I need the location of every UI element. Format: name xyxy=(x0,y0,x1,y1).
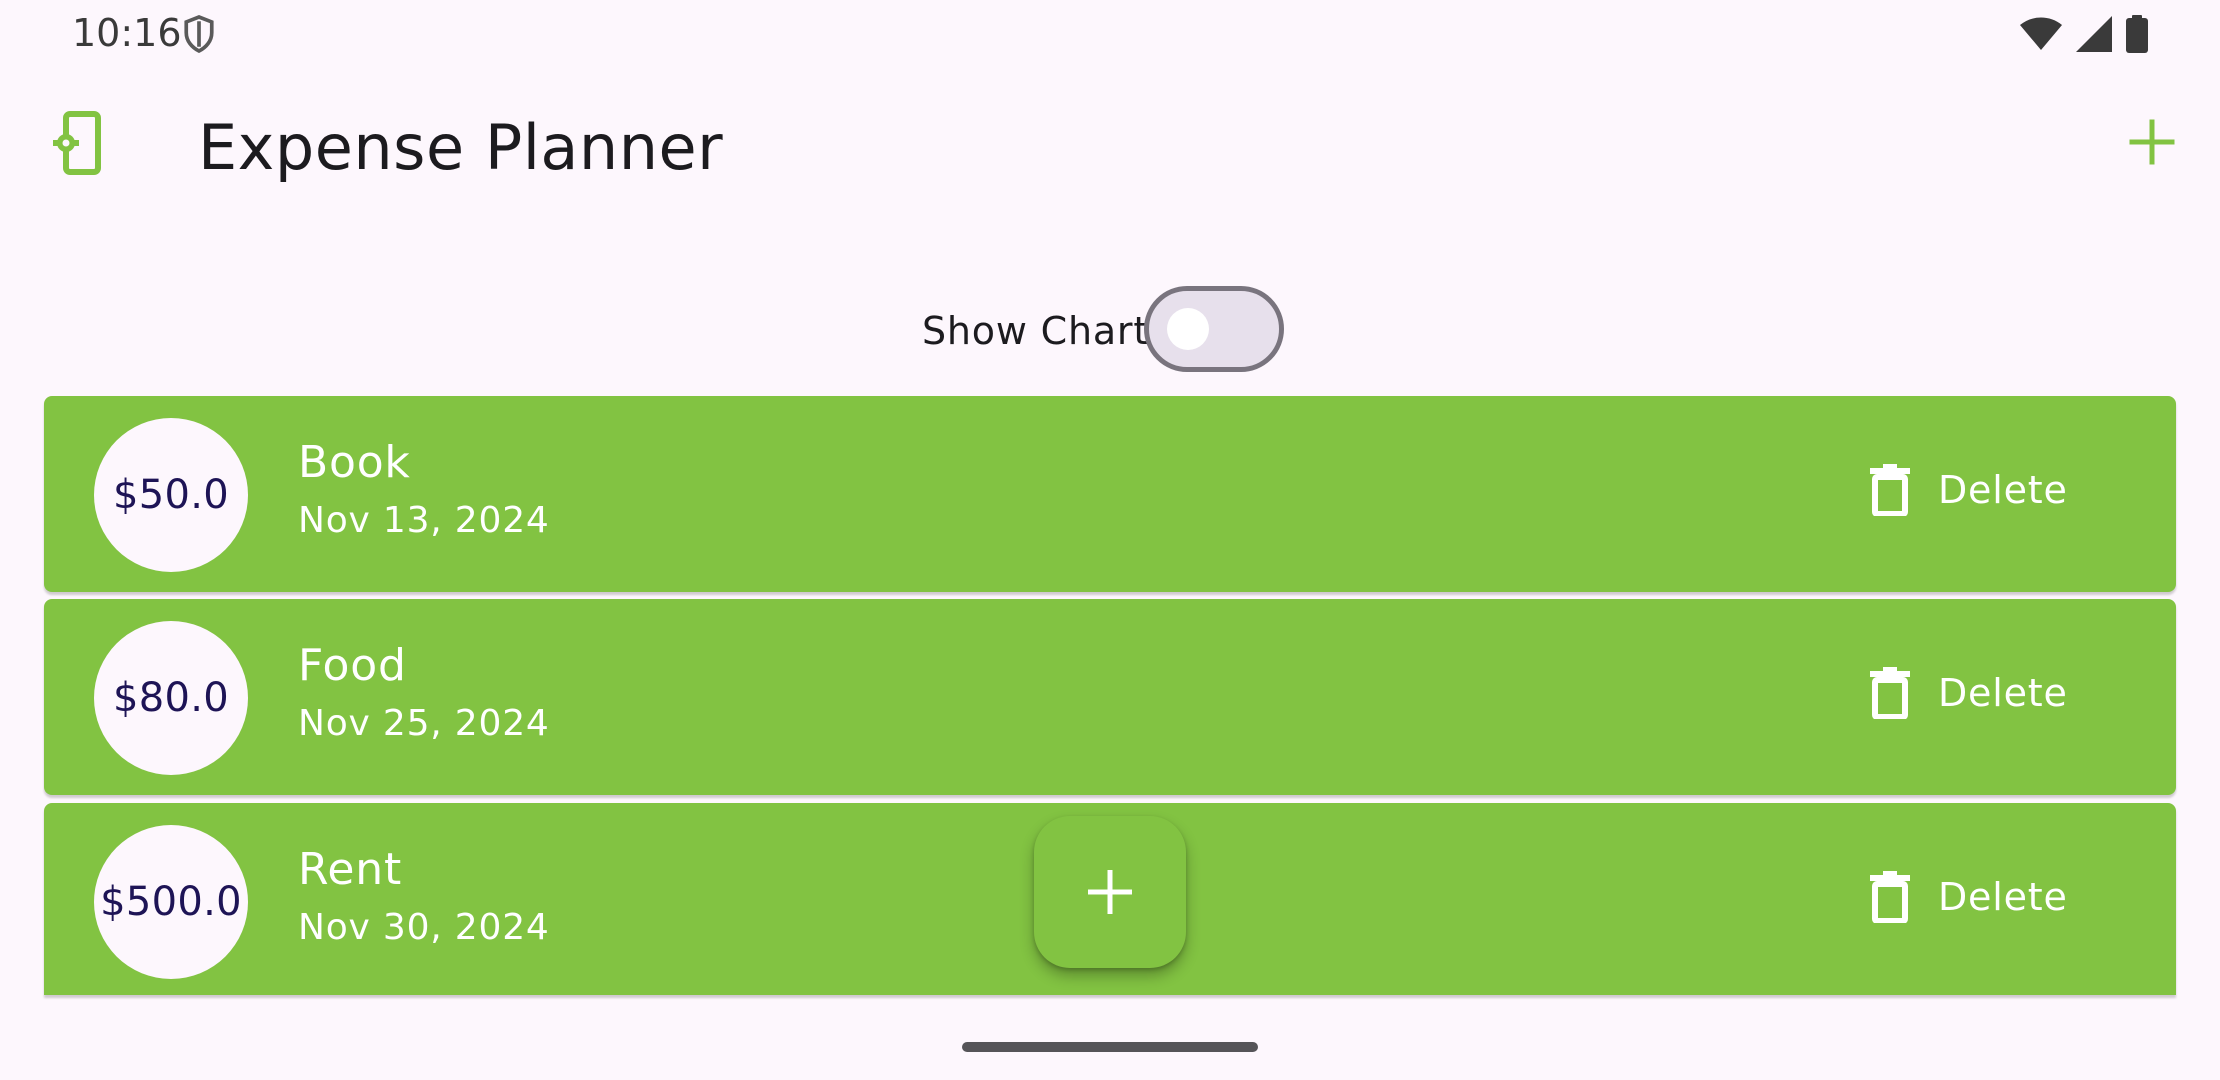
add-expense-fab[interactable] xyxy=(1034,816,1186,968)
show-chart-row: Show Chart xyxy=(0,282,2220,378)
expense-amount: $500.0 xyxy=(100,879,242,925)
trash-icon xyxy=(1870,667,1910,719)
expense-title: Book xyxy=(298,437,411,488)
page-title: Expense Planner xyxy=(198,111,724,184)
expense-date: Nov 30, 2024 xyxy=(298,907,550,948)
expense-title: Food xyxy=(298,640,407,691)
switch-thumb xyxy=(1167,308,1209,350)
delete-button[interactable]: Delete xyxy=(1870,867,2068,927)
amount-avatar: $50.0 xyxy=(94,418,248,572)
home-indicator[interactable] xyxy=(962,1042,1258,1052)
amount-avatar: $80.0 xyxy=(94,621,248,775)
show-chart-switch[interactable] xyxy=(1144,286,1284,372)
settings-phone-icon[interactable] xyxy=(52,110,104,176)
list-item: $80.0 Food Nov 25, 2024 Delete xyxy=(44,599,2176,795)
show-chart-label: Show Chart xyxy=(922,309,1150,353)
battery-icon xyxy=(2126,15,2148,53)
trash-icon xyxy=(1870,464,1910,516)
delete-label: Delete xyxy=(1938,671,2068,715)
signal-icon xyxy=(2076,16,2112,52)
wifi-icon xyxy=(2020,17,2062,50)
delete-label: Delete xyxy=(1938,468,2068,512)
status-time: 10:16 xyxy=(72,11,182,55)
delete-button[interactable]: Delete xyxy=(1870,460,2068,520)
delete-button[interactable]: Delete xyxy=(1870,663,2068,723)
expense-date: Nov 25, 2024 xyxy=(298,703,550,744)
delete-label: Delete xyxy=(1938,875,2068,919)
status-icons xyxy=(2020,12,2148,56)
plus-icon xyxy=(1088,870,1132,914)
expense-title: Rent xyxy=(298,844,403,895)
add-expense-button[interactable] xyxy=(2128,118,2176,166)
expense-date: Nov 13, 2024 xyxy=(298,500,550,541)
expense-amount: $80.0 xyxy=(112,675,229,721)
amount-avatar: $500.0 xyxy=(94,825,248,979)
status-bar: 10:16 xyxy=(0,0,2220,66)
shield-icon xyxy=(184,15,214,54)
app-bar: Expense Planner xyxy=(0,80,2220,210)
expense-planner-screen: 10:16 Expense Planner Show Chart $50.0 B… xyxy=(0,0,2220,1080)
expense-amount: $50.0 xyxy=(112,472,229,518)
trash-icon xyxy=(1870,871,1910,923)
list-item: $50.0 Book Nov 13, 2024 Delete xyxy=(44,396,2176,592)
